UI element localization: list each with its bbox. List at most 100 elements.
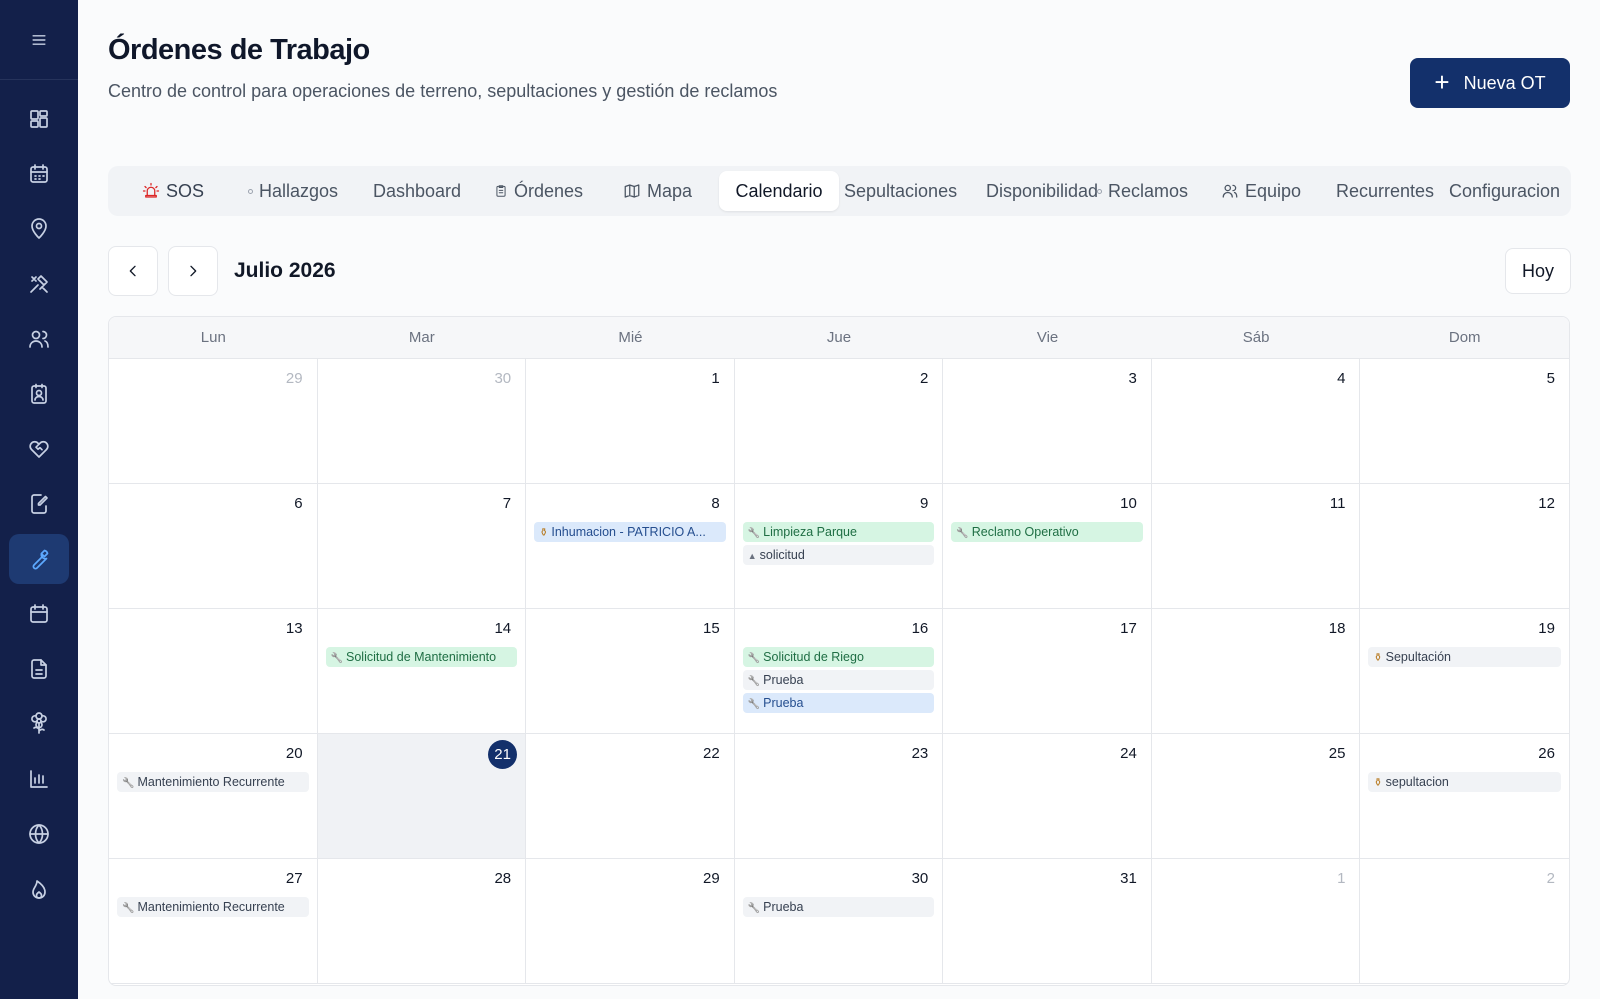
sidebar-item-work-orders[interactable] [9, 534, 69, 584]
sidebar-item-care[interactable] [9, 424, 69, 474]
calendar-event[interactable]: 🔧 Mantenimiento Recurrente [117, 772, 309, 792]
event-label: sepultacion [1385, 775, 1449, 789]
sidebar-item-calendar[interactable] [9, 149, 69, 199]
calendar-day[interactable]: 14 🔧 Solicitud de Mantenimiento [317, 609, 527, 734]
tab-label: Hallazgos [259, 180, 339, 201]
calendar-day[interactable]: 16 🔧 Solicitud de Riego 🔧 Prueba 🔧 Prueba [734, 609, 944, 734]
tab-reclamos[interactable]: Reclamos [1097, 171, 1188, 211]
calendar-event[interactable]: ⚱ Inhumacion - PATRICIO A... [534, 522, 726, 542]
calendar-day[interactable]: 7 [317, 484, 527, 609]
calendar-day[interactable]: 20 🔧 Mantenimiento Recurrente [109, 734, 318, 859]
tab-calendario[interactable]: Calendario [719, 171, 839, 211]
menu-button[interactable] [0, 0, 78, 80]
calendar-event[interactable]: 🔧 Solicitud de Riego [742, 647, 935, 667]
sidebar-item-flowers[interactable] [9, 699, 69, 749]
calendar-day[interactable]: 17 [943, 609, 1152, 734]
calendar-day[interactable]: 8 ⚱ Inhumacion - PATRICIO A... [526, 484, 735, 609]
tab-recurrentes[interactable]: Recurrentes [1336, 171, 1434, 211]
calendar-event[interactable]: ▲ solicitud [742, 545, 935, 565]
calendar-event[interactable]: 🔧 Solicitud de Mantenimiento [325, 647, 518, 667]
dot-icon [248, 188, 253, 194]
sidebar-item-badge[interactable] [9, 369, 69, 419]
calendar-day[interactable]: 25 [1151, 734, 1361, 859]
calendar-day[interactable]: 28 [317, 859, 527, 984]
calendar-event[interactable]: ⚱ Sepultación [1368, 647, 1561, 667]
calendar-event[interactable]: 🔧 Prueba [742, 670, 935, 690]
today-button[interactable]: Hoy [1505, 248, 1571, 294]
sidebar-item-documents[interactable] [9, 644, 69, 694]
sidebar-item-cremation[interactable] [9, 864, 69, 914]
tab-ordenes[interactable]: Órdenes [494, 171, 583, 211]
day-number: 20 [285, 745, 303, 762]
calendar-day[interactable]: 15 [526, 609, 735, 734]
sidebar-item-tools[interactable] [9, 259, 69, 309]
sidebar-item-users[interactable] [9, 314, 69, 364]
calendar-day[interactable]: 26 ⚱ sepultacion [1360, 734, 1569, 859]
today-badge: 21 [488, 740, 518, 769]
calendar-day[interactable]: 12 [1360, 484, 1569, 609]
calendar-day[interactable]: 4 [1151, 359, 1361, 484]
calendar-event[interactable]: 🔧 Prueba [742, 693, 935, 713]
tab-disponibilidad[interactable]: Disponibilidad [986, 171, 1098, 211]
calendar-day[interactable]: 5 [1360, 359, 1569, 484]
calendar-day[interactable]: 29 [109, 359, 318, 484]
next-month-button[interactable] [168, 246, 218, 296]
tab-label: SOS [166, 180, 205, 201]
tab-dashboard[interactable]: Dashboard [373, 171, 461, 211]
event-label: Inhumacion - PATRICIO A... [551, 525, 706, 539]
wrench-icon: 🔧 [122, 903, 135, 914]
sidebar-item-map[interactable] [9, 204, 69, 254]
calendar-day[interactable]: 27 🔧 Mantenimiento Recurrente [109, 859, 318, 984]
calendar-day[interactable]: 2 [1360, 859, 1569, 984]
sidebar-item-dashboard[interactable] [9, 94, 69, 144]
sidebar [0, 0, 78, 999]
calendar-day[interactable]: 2 [734, 359, 944, 484]
calendar-day[interactable]: 1 [526, 359, 735, 484]
calendar-day[interactable]: 18 [1151, 609, 1361, 734]
calendar-day[interactable]: 1 [1151, 859, 1361, 984]
day-number: 30 [911, 870, 929, 887]
event-list: ⚱ Sepultación [1368, 647, 1561, 667]
sidebar-item-schedule[interactable] [9, 589, 69, 639]
calendar-event[interactable]: 🔧 Reclamo Operativo [951, 522, 1143, 542]
calendar-day[interactable]: 13 [109, 609, 318, 734]
tab-sos[interactable]: SOS [142, 171, 204, 211]
calendar-day[interactable]: 23 [734, 734, 944, 859]
calendar-day[interactable]: 22 [526, 734, 735, 859]
wrench-icon: 🔧 [747, 699, 761, 710]
tab-hallazgos[interactable]: Hallazgos [248, 171, 338, 211]
calendar-day[interactable]: 9 🔧 Limpieza Parque ▲ solicitud [734, 484, 944, 609]
weekday-label: Sáb [1242, 329, 1270, 346]
tab-sepultaciones[interactable]: Sepultaciones [844, 171, 957, 211]
calendar-day[interactable]: 24 [943, 734, 1152, 859]
calendar-event[interactable]: 🔧 Limpieza Parque [742, 522, 935, 542]
calendar-day-today[interactable]: 21 [317, 734, 527, 859]
calendar-day[interactable]: 31 [943, 859, 1152, 984]
calendar-day[interactable]: 19 ⚱ Sepultación [1360, 609, 1569, 734]
sidebar-item-globe[interactable] [9, 809, 69, 859]
tab-label: Reclamos [1108, 180, 1189, 201]
sidebar-item-reports[interactable] [9, 754, 69, 804]
tab-equipo[interactable]: Equipo [1221, 171, 1301, 211]
calendar-outline-icon [30, 604, 48, 623]
sidebar-item-edit[interactable] [9, 479, 69, 529]
tab-configuracion[interactable]: Configuracion [1449, 171, 1560, 211]
calendar-day[interactable]: 6 [109, 484, 318, 609]
calendar-day[interactable]: 30 [317, 359, 527, 484]
calendar-event[interactable]: ⚱ sepultacion [1368, 772, 1561, 792]
calendar-day[interactable]: 11 [1151, 484, 1361, 609]
hamburger-icon [32, 34, 46, 45]
calendar-day[interactable]: 29 [526, 859, 735, 984]
calendar-day[interactable]: 10 🔧 Reclamo Operativo [943, 484, 1152, 609]
calendar-event[interactable]: 🔧 Mantenimiento Recurrente [117, 897, 309, 917]
calendar-day[interactable]: 3 [943, 359, 1152, 484]
day-number: 2 [919, 370, 929, 387]
day-number: 2 [1546, 870, 1555, 887]
new-ot-button[interactable]: + Nueva OT [1410, 58, 1570, 108]
wrench-icon: 🔧 [330, 653, 344, 664]
day-number: 1 [711, 370, 720, 387]
tab-mapa[interactable]: Mapa [623, 171, 692, 211]
calendar-event[interactable]: 🔧 Prueba [742, 897, 935, 917]
prev-month-button[interactable] [108, 246, 158, 296]
calendar-day[interactable]: 30 🔧 Prueba [734, 859, 944, 984]
